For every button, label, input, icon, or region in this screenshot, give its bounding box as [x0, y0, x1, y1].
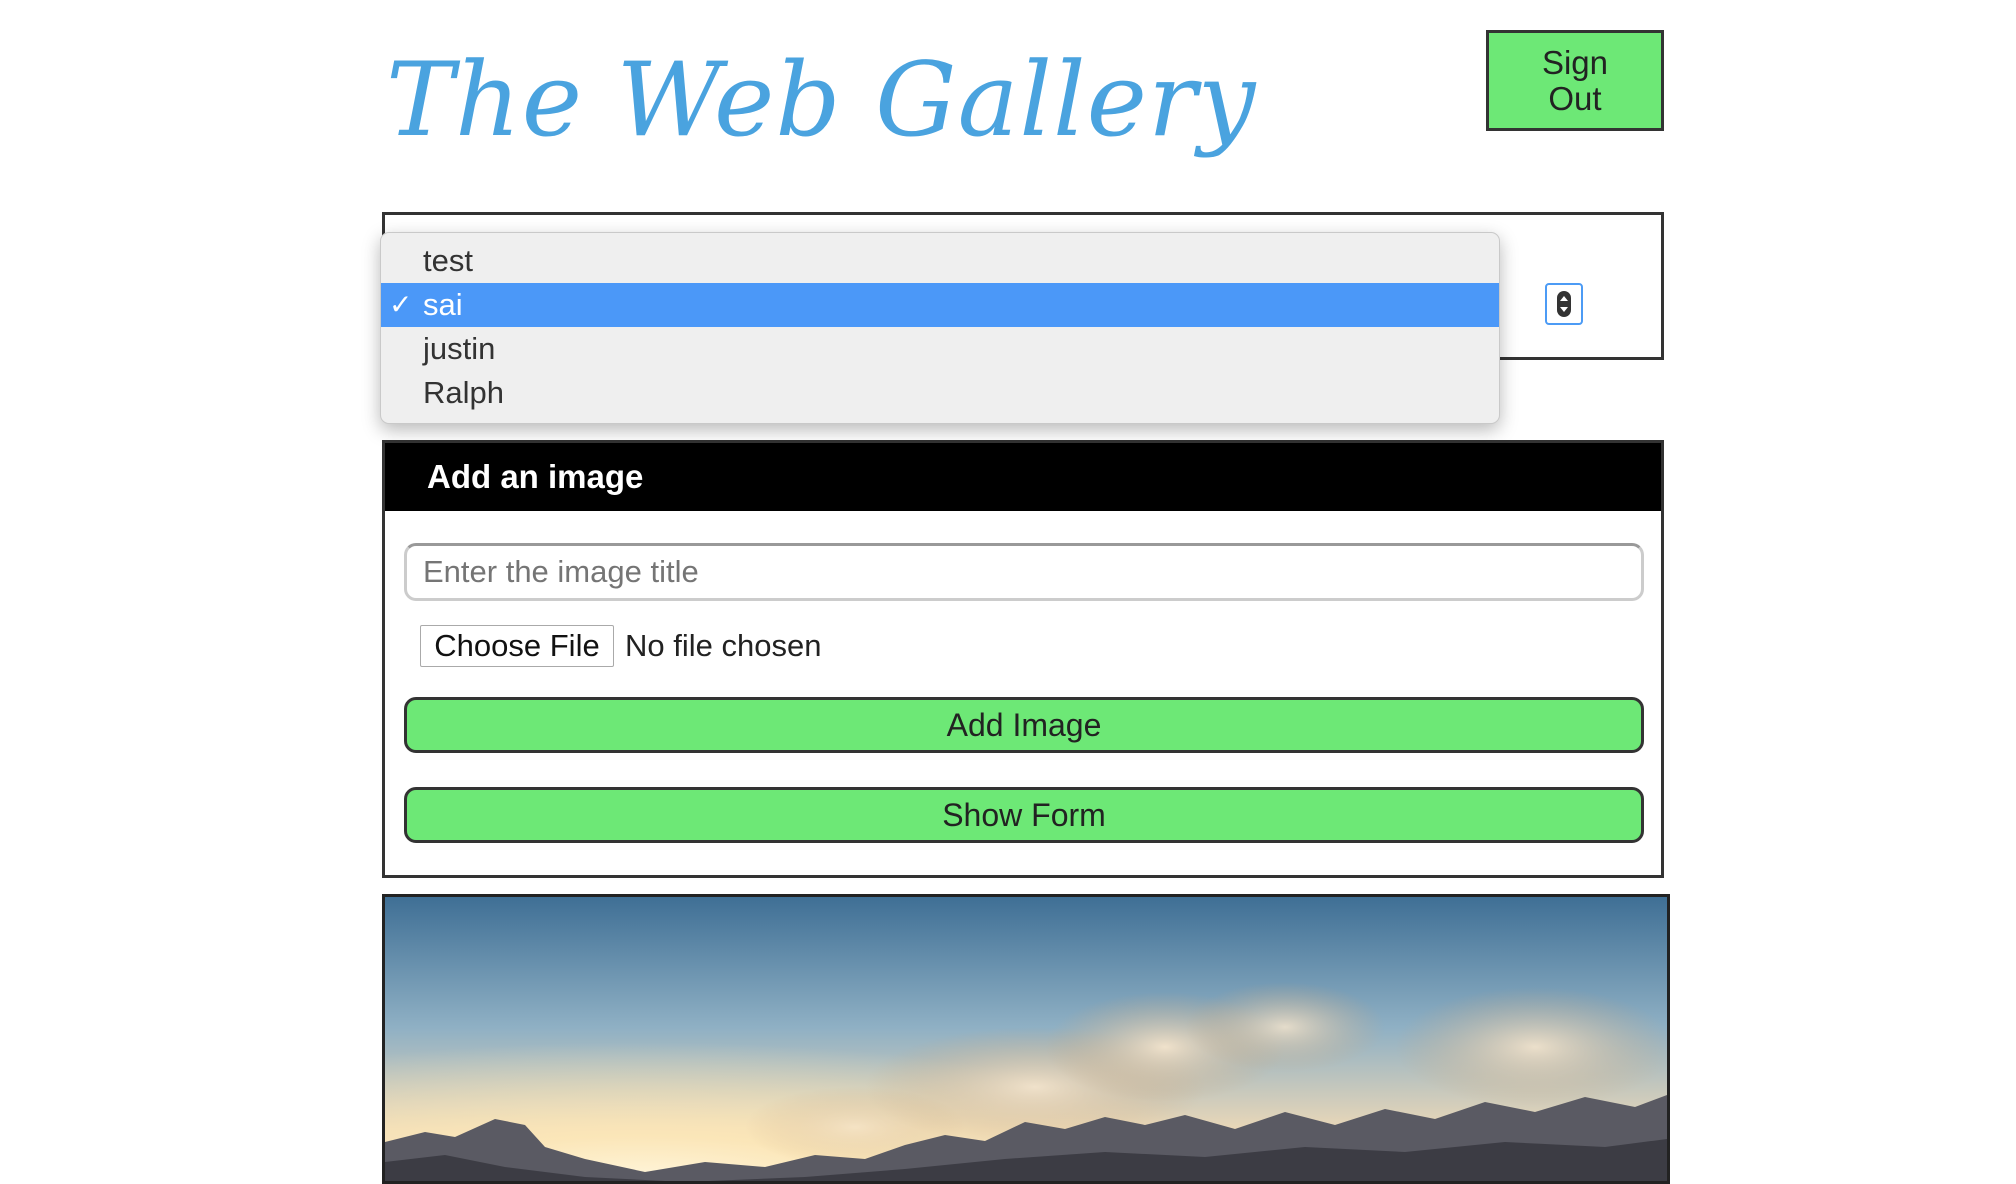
file-status-text: No file chosen	[625, 628, 822, 663]
select-arrows-icon	[1557, 291, 1571, 317]
user-option-justin[interactable]: justin	[381, 327, 1499, 371]
choose-file-button[interactable]: Choose File	[420, 625, 614, 667]
user-option-ralph[interactable]: Ralph	[381, 371, 1499, 415]
user-option-test[interactable]: test	[381, 239, 1499, 283]
sign-out-button[interactable]: Sign Out	[1486, 30, 1664, 131]
option-label: test	[423, 243, 473, 278]
user-option-sai[interactable]: ✓ sai	[381, 283, 1499, 327]
checkmark-icon: ✓	[389, 289, 413, 320]
mountain-sunset-image	[385, 897, 1667, 1181]
gallery-image	[382, 894, 1670, 1184]
sign-out-label: Sign Out	[1541, 43, 1609, 117]
option-label: sai	[423, 287, 463, 322]
add-image-heading: Add an image	[385, 443, 1661, 511]
user-select[interactable]	[1545, 283, 1583, 325]
page-title: The Web Gallery	[386, 41, 1257, 160]
user-select-dropdown: test ✓ sai justin Ralph	[380, 232, 1500, 424]
add-image-button[interactable]: Add Image	[404, 697, 1644, 753]
image-title-input[interactable]	[404, 543, 1644, 601]
add-image-panel: Add an image Choose File No file chosen …	[382, 440, 1664, 878]
option-label: Ralph	[423, 375, 504, 410]
show-form-button[interactable]: Show Form	[404, 787, 1644, 843]
option-label: justin	[423, 331, 496, 366]
